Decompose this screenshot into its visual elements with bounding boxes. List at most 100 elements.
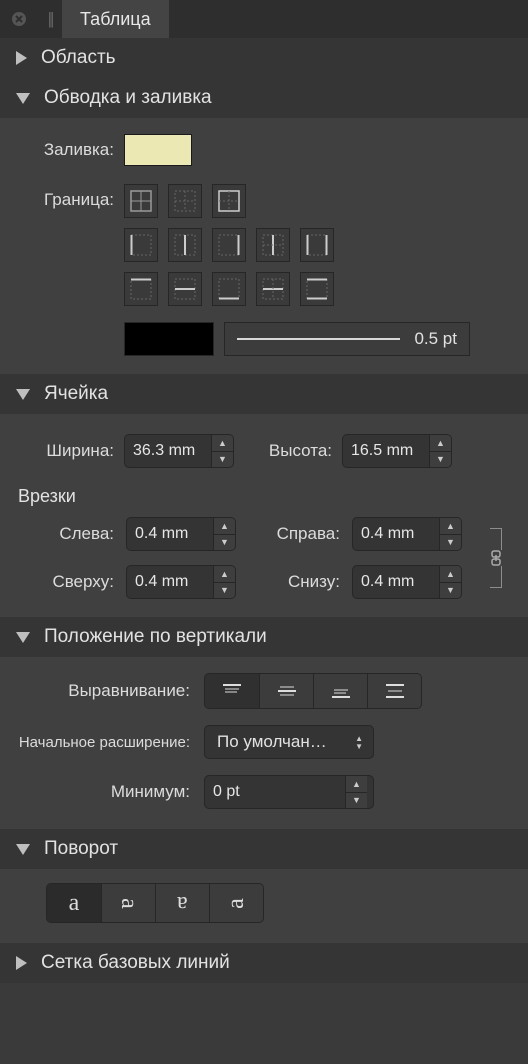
min-value[interactable]: 0 pt xyxy=(205,776,345,808)
section-strokefill-title: Обводка и заливка xyxy=(44,87,212,109)
section-vpos-title: Положение по вертикали xyxy=(44,626,267,648)
insets-label: Врезки xyxy=(18,486,510,507)
fill-label: Заливка: xyxy=(18,140,114,160)
border-preset-none[interactable] xyxy=(168,184,202,218)
disclosure-down-icon xyxy=(16,844,30,855)
border-preset-grid: 0.5 pt xyxy=(124,184,470,356)
section-rotation-body: a a a a xyxy=(0,869,528,943)
border-preset-vcenter[interactable] xyxy=(168,228,202,262)
disclosure-down-icon xyxy=(16,389,30,400)
height-label: Высота: xyxy=(250,441,332,461)
rotation-90-button[interactable]: a xyxy=(101,884,155,922)
rotation-180-button[interactable]: a xyxy=(155,884,209,922)
border-preset-left[interactable] xyxy=(124,228,158,262)
inset-right-stepper[interactable]: 0.4 mm ▲▼ xyxy=(352,517,462,551)
disclosure-down-icon xyxy=(16,632,30,643)
inset-right-value[interactable]: 0.4 mm xyxy=(353,518,439,550)
align-bottom-button[interactable] xyxy=(313,674,367,708)
section-cell-body: Ширина: 36.3 mm ▲▼ Высота: 16.5 mm ▲▼ Вр… xyxy=(0,414,528,617)
inset-bottom-value[interactable]: 0.4 mm xyxy=(353,566,439,598)
updown-icon: ▲▼ xyxy=(355,735,363,750)
width-label: Ширина: xyxy=(18,441,114,461)
disclosure-right-icon xyxy=(16,51,27,65)
stepper-down-icon[interactable]: ▼ xyxy=(214,582,235,599)
inset-left-value[interactable]: 0.4 mm xyxy=(127,518,213,550)
align-justify-button[interactable] xyxy=(367,674,421,708)
disclosure-right-icon xyxy=(16,956,27,970)
stepper-up-icon[interactable]: ▲ xyxy=(440,566,461,582)
section-region-title: Область xyxy=(41,47,116,69)
border-preset-right[interactable] xyxy=(212,228,246,262)
border-preset-hcenter[interactable] xyxy=(168,272,202,306)
stepper-up-icon[interactable]: ▲ xyxy=(214,566,235,582)
border-preset-all[interactable] xyxy=(124,184,158,218)
border-preset-outer[interactable] xyxy=(212,184,246,218)
align-label: Выравнивание: xyxy=(4,681,190,701)
align-top-button[interactable] xyxy=(205,674,259,708)
link-insets-toggle[interactable] xyxy=(482,517,510,599)
inset-top-value[interactable]: 0.4 mm xyxy=(127,566,213,598)
section-vpos-body: Выравнивание: Начальное расширение: По у… xyxy=(0,657,528,829)
tab-bar: || Таблица xyxy=(0,0,528,38)
stepper-up-icon[interactable]: ▲ xyxy=(214,518,235,534)
inset-top-label: Сверху: xyxy=(18,572,114,592)
height-value[interactable]: 16.5 mm xyxy=(343,435,429,467)
vertical-align-group xyxy=(204,673,422,709)
border-preset-top[interactable] xyxy=(124,272,158,306)
section-cell-header[interactable]: Ячейка xyxy=(0,374,528,414)
rotation-group: a a a a xyxy=(46,883,264,923)
stepper-down-icon[interactable]: ▼ xyxy=(430,451,451,468)
inset-left-stepper[interactable]: 0.4 mm ▲▼ xyxy=(126,517,236,551)
stepper-down-icon[interactable]: ▼ xyxy=(346,792,367,809)
expand-value: По умолчан… xyxy=(217,732,327,752)
align-middle-button[interactable] xyxy=(259,674,313,708)
section-baseline-title: Сетка базовых линий xyxy=(41,952,230,974)
height-stepper[interactable]: 16.5 mm ▲▼ xyxy=(342,434,452,468)
border-label: Граница: xyxy=(18,184,114,210)
section-strokefill-body: Заливка: Граница: xyxy=(0,118,528,374)
stepper-down-icon[interactable]: ▼ xyxy=(214,534,235,551)
fill-color-swatch[interactable] xyxy=(124,134,192,166)
width-value[interactable]: 36.3 mm xyxy=(125,435,211,467)
initial-expansion-combo[interactable]: По умолчан… ▲▼ xyxy=(204,725,374,759)
chain-link-icon xyxy=(489,550,503,566)
border-preset-bottom[interactable] xyxy=(212,272,246,306)
section-cell-title: Ячейка xyxy=(44,383,108,405)
border-preset-hinner[interactable] xyxy=(256,272,290,306)
border-preset-houter[interactable] xyxy=(300,272,334,306)
stepper-down-icon[interactable]: ▼ xyxy=(440,534,461,551)
tab-label: Таблица xyxy=(80,9,151,30)
rotation-0-button[interactable]: a xyxy=(47,884,101,922)
line-weight-value: 0.5 pt xyxy=(414,329,457,349)
stepper-up-icon[interactable]: ▲ xyxy=(430,435,451,451)
section-region-header[interactable]: Область xyxy=(0,38,528,78)
min-stepper[interactable]: 0 pt ▲▼ xyxy=(204,775,374,809)
rotation-270-button[interactable]: a xyxy=(209,884,263,922)
border-preset-vinner[interactable] xyxy=(256,228,290,262)
inset-bottom-stepper[interactable]: 0.4 mm ▲▼ xyxy=(352,565,462,599)
line-sample-icon xyxy=(237,338,400,340)
tab-table[interactable]: Таблица xyxy=(62,0,169,38)
inset-top-stepper[interactable]: 0.4 mm ▲▼ xyxy=(126,565,236,599)
stepper-up-icon[interactable]: ▲ xyxy=(212,435,233,451)
disclosure-down-icon xyxy=(16,93,30,104)
border-line-weight[interactable]: 0.5 pt xyxy=(224,322,470,356)
inset-right-label: Справа: xyxy=(256,524,340,544)
section-rotation-header[interactable]: Поворот xyxy=(0,829,528,869)
width-stepper[interactable]: 36.3 mm ▲▼ xyxy=(124,434,234,468)
section-vpos-header[interactable]: Положение по вертикали xyxy=(0,617,528,657)
border-line-color[interactable] xyxy=(124,322,214,356)
expand-label: Начальное расширение: xyxy=(4,734,190,751)
stepper-down-icon[interactable]: ▼ xyxy=(440,582,461,599)
inset-left-label: Слева: xyxy=(18,524,114,544)
stepper-up-icon[interactable]: ▲ xyxy=(346,776,367,792)
section-rotation-title: Поворот xyxy=(44,838,118,860)
section-baseline-header[interactable]: Сетка базовых линий xyxy=(0,943,528,983)
stepper-up-icon[interactable]: ▲ xyxy=(440,518,461,534)
close-panel-button[interactable] xyxy=(0,0,38,38)
min-label: Минимум: xyxy=(4,782,190,802)
section-strokefill-header[interactable]: Обводка и заливка xyxy=(0,78,528,118)
border-preset-vouter[interactable] xyxy=(300,228,334,262)
stepper-down-icon[interactable]: ▼ xyxy=(212,451,233,468)
inset-bottom-label: Снизу: xyxy=(256,572,340,592)
